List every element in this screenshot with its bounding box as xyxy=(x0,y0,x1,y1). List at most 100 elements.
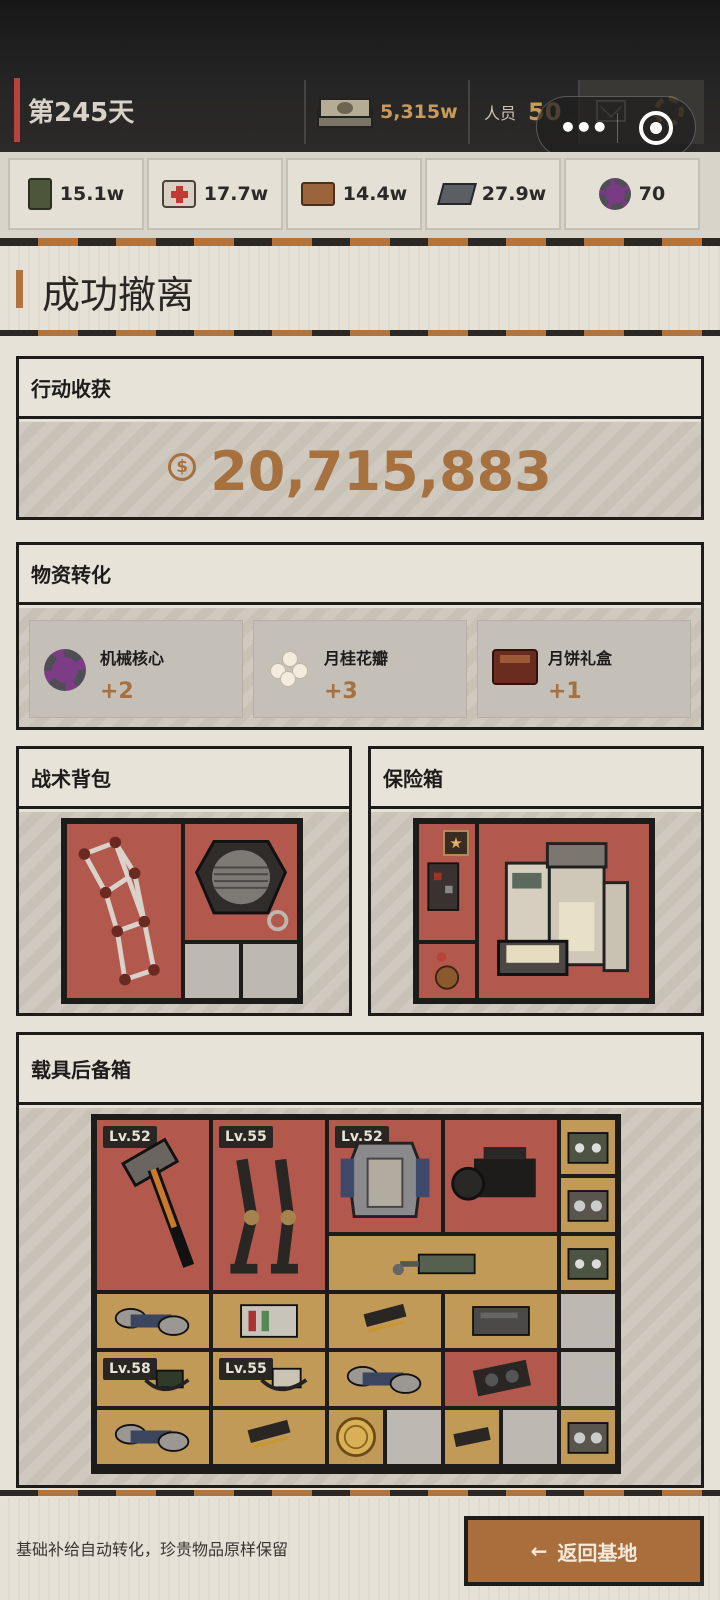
duct-tape-roll-item-icon xyxy=(346,1365,422,1394)
duct-tape-roll-item-icon xyxy=(114,1307,190,1336)
item-slot[interactable]: Lv.58 xyxy=(95,1350,211,1408)
item-slot[interactable] xyxy=(211,1408,327,1466)
conversion-panel: 物资转化 机械核心 +2 月桂花瓣 +3 月饼礼盒 +1 xyxy=(16,542,704,730)
trunk-grid: Lv.52 Lv.55 Lv.52 Lv.58 Lv.55 xyxy=(91,1114,621,1474)
cash-stack-icon xyxy=(317,98,373,128)
item-slot[interactable] xyxy=(327,1292,443,1350)
conversion-item-name: 月饼礼盒 xyxy=(548,649,613,668)
resource-value: 17.7w xyxy=(203,183,269,205)
ammo-case-item-icon xyxy=(567,1248,609,1280)
tactical-goggles-item-icon xyxy=(144,1369,190,1392)
day-label: 第245天 xyxy=(28,97,135,128)
item-slot[interactable] xyxy=(443,1408,501,1466)
osmanthus-petal-icon xyxy=(268,649,310,687)
hazard-stripe-title xyxy=(0,330,720,336)
item-slot[interactable] xyxy=(211,1292,327,1350)
top-status-bar: 第245天 5,315w 人员 50 ••• xyxy=(0,0,720,158)
resource-wood: 14.4w xyxy=(286,158,422,230)
resource-value: 14.4w xyxy=(342,183,408,205)
crew-label: 人员 xyxy=(484,104,517,123)
item-slot[interactable] xyxy=(559,1176,617,1234)
money-value: 5,315w xyxy=(380,101,458,123)
item-slot[interactable]: Lv.52 xyxy=(95,1118,211,1292)
item-slot[interactable] xyxy=(443,1292,559,1350)
tape-case-item-icon xyxy=(567,1422,609,1454)
capsule-divider xyxy=(617,113,618,143)
item-slot[interactable] xyxy=(443,1118,559,1234)
empty-slot[interactable] xyxy=(559,1350,617,1408)
conversion-item-amount: +3 xyxy=(324,679,358,704)
tape-case-item-icon xyxy=(567,1190,609,1222)
item-slot[interactable]: Lv.55 xyxy=(211,1118,327,1292)
router-box-item-icon xyxy=(472,1306,530,1336)
pen-case-item-icon xyxy=(363,1303,407,1333)
circuit-board-item-icon xyxy=(427,862,460,911)
footer-bar: 基础补给自动转化，珍贵物品原样保留 ← 返回基地 xyxy=(0,1498,720,1600)
item-slot[interactable] xyxy=(417,942,477,1000)
income-display: $20,715,883 xyxy=(19,440,701,503)
item-slot[interactable] xyxy=(559,1118,617,1176)
item-slot[interactable] xyxy=(95,1408,211,1466)
conversion-label: 物资转化 xyxy=(19,545,701,605)
empty-slot[interactable] xyxy=(183,942,241,1000)
empty-slot[interactable] xyxy=(501,1408,559,1466)
item-slot[interactable] xyxy=(327,1408,385,1466)
conversion-item: 月桂花瓣 +3 xyxy=(253,620,467,718)
coin-icon: $ xyxy=(168,453,197,482)
item-slot[interactable]: Lv.52 xyxy=(327,1118,443,1234)
resource-bar: 15.1w 17.7w 14.4w 27.9w 70 xyxy=(0,152,720,238)
wheat-crate-icon xyxy=(27,178,52,210)
title-accent-bar xyxy=(16,270,23,308)
item-slot[interactable]: Lv.55 xyxy=(211,1350,327,1408)
income-body: $20,715,883 xyxy=(19,422,701,517)
conversion-item-name: 机械核心 xyxy=(100,649,165,668)
gold-coin-item-icon xyxy=(335,1416,377,1458)
pen-case-item-icon xyxy=(247,1419,291,1449)
item-slot[interactable] xyxy=(183,822,299,942)
resource-steel: 27.9w xyxy=(425,158,561,230)
return-to-base-label: 返回基地 xyxy=(557,1540,638,1565)
back-arrow-icon: ← xyxy=(530,1539,548,1563)
metal-frame-item-icon xyxy=(78,836,160,986)
safe-body: ★ xyxy=(371,812,701,1013)
backpack-label: 战术背包 xyxy=(19,749,349,809)
income-value: 20,715,883 xyxy=(210,440,552,503)
result-title-area: 成功撤离 xyxy=(0,246,720,330)
resource-core: 70 xyxy=(564,158,700,230)
hazard-stripe-bottom xyxy=(0,1490,720,1496)
item-slot[interactable] xyxy=(559,1408,617,1466)
duct-tape-roll-item-icon xyxy=(114,1423,190,1452)
item-slot[interactable] xyxy=(65,822,183,1000)
item-slot[interactable] xyxy=(443,1350,559,1408)
safe-grid: ★ xyxy=(413,818,655,1004)
body-armor-item-icon xyxy=(340,1141,430,1218)
steel-ingot-icon xyxy=(436,183,477,205)
money-display: 5,315w xyxy=(304,80,458,144)
page-title: 成功撤离 xyxy=(42,273,195,317)
miniprogram-capsule: ••• xyxy=(536,96,696,158)
hydraulic-cylinder-item-icon xyxy=(392,1253,476,1276)
empty-slot[interactable] xyxy=(241,942,299,1000)
item-slot[interactable] xyxy=(477,822,651,1000)
trunk-label: 载具后备箱 xyxy=(19,1035,701,1105)
return-to-base-button[interactable]: ← 返回基地 xyxy=(464,1516,704,1586)
footer-note: 基础补给自动转化，珍贵物品原样保留 xyxy=(16,1540,289,1559)
empty-slot[interactable] xyxy=(385,1408,443,1466)
backpack-grid xyxy=(61,818,303,1004)
resource-value: 70 xyxy=(638,183,666,205)
item-slot[interactable] xyxy=(95,1292,211,1350)
item-slot[interactable] xyxy=(559,1234,617,1292)
night-vision-goggles-item-icon xyxy=(260,1367,308,1392)
wood-planks-icon xyxy=(300,182,335,206)
vehicle-trunk-panel: 载具后备箱 Lv.52 Lv.55 Lv.52 Lv.58 Lv.55 xyxy=(16,1032,704,1488)
exoskeleton-legs-item-icon xyxy=(230,1158,298,1274)
item-slot[interactable]: ★ xyxy=(417,822,477,942)
close-miniprogram-icon[interactable] xyxy=(639,111,673,145)
ammo-case-item-icon xyxy=(567,1132,609,1164)
conversion-item: 月饼礼盒 +1 xyxy=(477,620,691,718)
mech-core-icon xyxy=(44,649,86,691)
item-slot[interactable] xyxy=(327,1350,443,1408)
more-menu-icon[interactable]: ••• xyxy=(559,111,609,144)
empty-slot[interactable] xyxy=(559,1292,617,1350)
item-slot[interactable] xyxy=(327,1234,559,1292)
